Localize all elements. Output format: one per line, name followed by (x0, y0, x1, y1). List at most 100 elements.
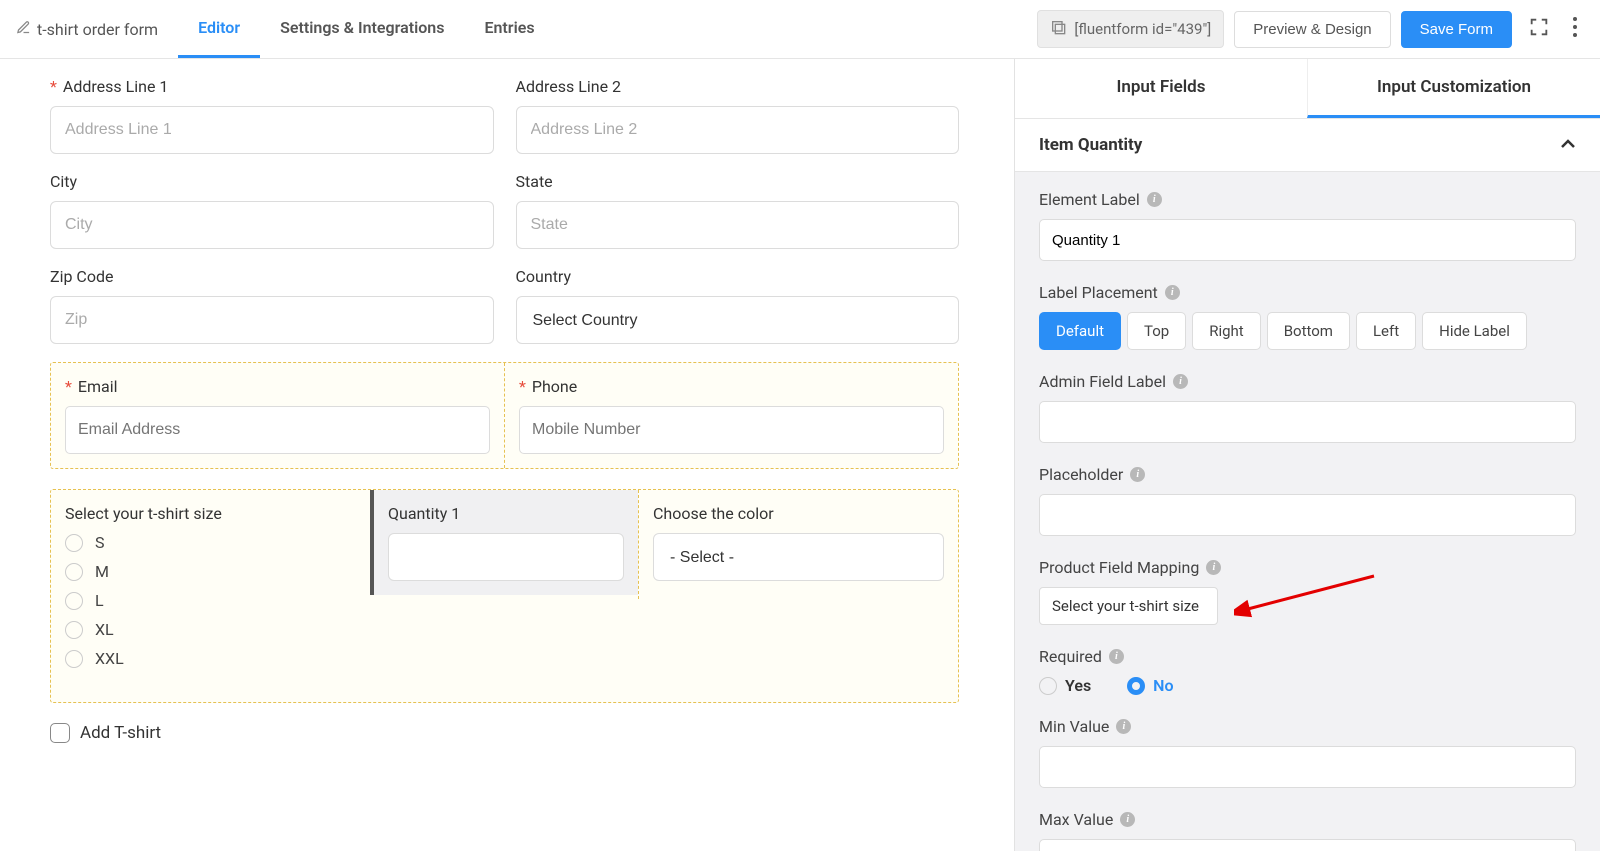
label-product-field-mapping: Product Field Mappingi (1039, 558, 1576, 577)
radio-size-xl[interactable]: XL (65, 620, 356, 639)
input-state[interactable] (516, 201, 960, 249)
field-country[interactable]: Country Select Country (516, 267, 960, 344)
label-email: *Email (65, 377, 490, 396)
input-quantity[interactable] (388, 533, 624, 581)
label-phone: *Phone (519, 377, 944, 396)
input-phone[interactable] (519, 406, 944, 454)
label-city: City (50, 172, 494, 191)
label-min-value: Min Valuei (1039, 717, 1576, 736)
chevron-up-icon[interactable] (1560, 137, 1576, 153)
sidebar: Input Fields Input Customization Item Qu… (1014, 59, 1600, 851)
setting-placeholder: Placeholderi (1039, 465, 1576, 536)
info-icon[interactable]: i (1206, 560, 1221, 575)
field-state[interactable]: State (516, 172, 960, 249)
select-country[interactable]: Select Country (516, 296, 960, 344)
info-icon[interactable]: i (1173, 374, 1188, 389)
main-tabs: Editor Settings & Integrations Entries (178, 0, 554, 58)
seg-left[interactable]: Left (1356, 312, 1416, 350)
input-element-label[interactable] (1039, 219, 1576, 261)
radio-size-s[interactable]: S (65, 533, 356, 552)
fullscreen-icon[interactable] (1522, 10, 1556, 48)
info-icon[interactable]: i (1165, 285, 1180, 300)
setting-product-field-mapping: Product Field Mappingi Select your t-shi… (1039, 558, 1576, 625)
setting-admin-field-label: Admin Field Labeli (1039, 372, 1576, 443)
seg-top[interactable]: Top (1127, 312, 1186, 350)
form-title[interactable]: t-shirt order form (16, 20, 158, 39)
input-max-value[interactable] (1039, 839, 1576, 851)
seg-default[interactable]: Default (1039, 312, 1121, 350)
setting-min-value: Min Valuei (1039, 717, 1576, 788)
field-address-line-2[interactable]: Address Line 2 (516, 77, 960, 154)
tab-entries[interactable]: Entries (464, 0, 554, 58)
container-contact[interactable]: *Email *Phone (50, 362, 959, 469)
save-form-button[interactable]: Save Form (1401, 11, 1512, 48)
radio-required-no[interactable]: No (1127, 676, 1173, 695)
seg-bottom[interactable]: Bottom (1267, 312, 1350, 350)
seg-hide[interactable]: Hide Label (1422, 312, 1527, 350)
topbar-right: [fluentform id="439"] Preview & Design S… (1037, 10, 1584, 48)
label-label-placement: Label Placementi (1039, 283, 1576, 302)
field-phone[interactable]: *Phone (504, 363, 958, 468)
tab-settings[interactable]: Settings & Integrations (260, 0, 464, 58)
kebab-icon[interactable] (1566, 10, 1584, 48)
radio-icon (65, 534, 83, 552)
radio-icon (65, 592, 83, 610)
shortcode-box[interactable]: [fluentform id="439"] (1037, 10, 1224, 48)
field-color[interactable]: Choose the color - Select - (638, 490, 958, 599)
radio-size-xxl[interactable]: XXL (65, 649, 356, 668)
input-admin-field-label[interactable] (1039, 401, 1576, 443)
field-zip[interactable]: Zip Code (50, 267, 494, 344)
input-address-line-1[interactable] (50, 106, 494, 154)
field-quantity-selected[interactable]: Quantity 1 (370, 490, 638, 595)
info-icon[interactable]: i (1147, 192, 1162, 207)
panel-title: Item Quantity (1039, 135, 1142, 155)
info-icon[interactable]: i (1116, 719, 1131, 734)
radio-size-l[interactable]: L (65, 591, 356, 610)
radio-size-m[interactable]: M (65, 562, 356, 581)
input-placeholder[interactable] (1039, 494, 1576, 536)
input-address-line-2[interactable] (516, 106, 960, 154)
input-city[interactable] (50, 201, 494, 249)
add-tshirt-row[interactable]: Add T-shirt (50, 723, 959, 743)
info-icon[interactable]: i (1120, 812, 1135, 827)
info-icon[interactable]: i (1109, 649, 1124, 664)
label-color: Choose the color (653, 504, 944, 523)
select-color[interactable]: - Select - (653, 533, 944, 581)
label-country: Country (516, 267, 960, 286)
field-email[interactable]: *Email (51, 363, 504, 468)
label-state: State (516, 172, 960, 191)
radio-required-yes[interactable]: Yes (1039, 676, 1091, 695)
top-bar: t-shirt order form Editor Settings & Int… (0, 0, 1600, 59)
container-product[interactable]: Select your t-shirt size S M L XL XXL Qu… (50, 489, 959, 703)
label-zip: Zip Code (50, 267, 494, 286)
label-required: Requiredi (1039, 647, 1576, 666)
shortcode-text: [fluentform id="439"] (1074, 20, 1211, 38)
radio-icon (65, 650, 83, 668)
arrow-annotation-icon (1234, 570, 1384, 618)
field-city[interactable]: City (50, 172, 494, 249)
label-quantity: Quantity 1 (388, 504, 624, 523)
tab-input-customization[interactable]: Input Customization (1307, 59, 1600, 118)
panel-body: Element Labeli Label Placementi Default … (1015, 172, 1600, 851)
input-zip[interactable] (50, 296, 494, 344)
panel-header[interactable]: Item Quantity (1015, 119, 1600, 172)
seg-right[interactable]: Right (1192, 312, 1260, 350)
checkbox-icon[interactable] (50, 723, 70, 743)
mapping-value: Select your t-shirt size (1052, 597, 1199, 615)
form-canvas: *Address Line 1 Address Line 2 City Stat… (0, 59, 1014, 851)
radio-icon (65, 563, 83, 581)
input-email[interactable] (65, 406, 490, 454)
tab-editor[interactable]: Editor (178, 0, 260, 58)
label-size: Select your t-shirt size (65, 504, 356, 523)
preview-design-button[interactable]: Preview & Design (1234, 11, 1390, 48)
sidebar-tabs: Input Fields Input Customization (1015, 59, 1600, 119)
field-address-line-1[interactable]: *Address Line 1 (50, 77, 494, 154)
field-tshirt-size[interactable]: Select your t-shirt size S M L XL XXL (51, 490, 370, 702)
label-address-line-1: *Address Line 1 (50, 77, 494, 96)
radio-icon (1039, 677, 1057, 695)
tab-input-fields[interactable]: Input Fields (1015, 59, 1307, 118)
setting-element-label: Element Labeli (1039, 190, 1576, 261)
select-product-field-mapping[interactable]: Select your t-shirt size (1039, 587, 1218, 625)
input-min-value[interactable] (1039, 746, 1576, 788)
info-icon[interactable]: i (1130, 467, 1145, 482)
